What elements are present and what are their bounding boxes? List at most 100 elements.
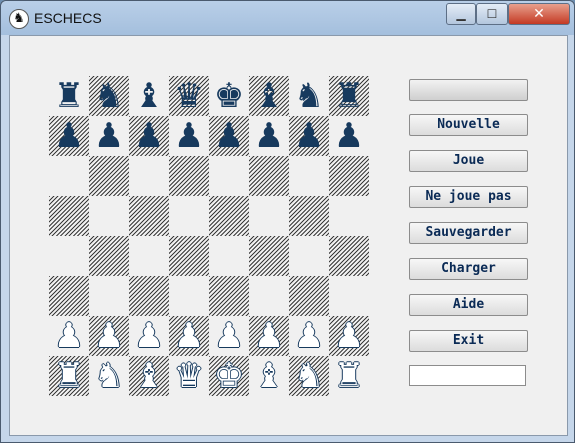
square-f1[interactable]: ♝ bbox=[249, 356, 289, 396]
black-king-icon[interactable]: ♚ bbox=[214, 76, 244, 116]
save-button[interactable]: Sauvegarder bbox=[409, 222, 528, 244]
square-d3[interactable] bbox=[169, 276, 209, 316]
square-b3[interactable] bbox=[89, 276, 129, 316]
square-g4[interactable] bbox=[289, 236, 329, 276]
square-h3[interactable] bbox=[329, 276, 369, 316]
square-f6[interactable] bbox=[249, 156, 289, 196]
square-a2[interactable]: ♟ bbox=[49, 316, 89, 356]
square-e3[interactable] bbox=[209, 276, 249, 316]
square-d7[interactable]: ♟ bbox=[169, 116, 209, 156]
white-pawn-icon[interactable]: ♟ bbox=[294, 316, 324, 356]
square-a8[interactable]: ♜ bbox=[49, 76, 89, 116]
square-b4[interactable] bbox=[89, 236, 129, 276]
square-g3[interactable] bbox=[289, 276, 329, 316]
close-button[interactable]: ✕ bbox=[508, 3, 570, 25]
square-a3[interactable] bbox=[49, 276, 89, 316]
white-pawn-icon[interactable]: ♟ bbox=[54, 316, 84, 356]
black-bishop-icon[interactable]: ♝ bbox=[134, 76, 164, 116]
exit-button[interactable]: Exit bbox=[409, 330, 528, 352]
square-c2[interactable]: ♟ bbox=[129, 316, 169, 356]
square-h7[interactable]: ♟ bbox=[329, 116, 369, 156]
square-e7[interactable]: ♟ bbox=[209, 116, 249, 156]
white-knight-icon[interactable]: ♞ bbox=[94, 356, 124, 396]
square-h6[interactable] bbox=[329, 156, 369, 196]
black-knight-icon[interactable]: ♞ bbox=[294, 76, 324, 116]
square-f7[interactable]: ♟ bbox=[249, 116, 289, 156]
knight-icon[interactable]: ♞ bbox=[9, 9, 29, 29]
white-bishop-icon[interactable]: ♝ bbox=[134, 356, 164, 396]
square-e6[interactable] bbox=[209, 156, 249, 196]
square-e5[interactable] bbox=[209, 196, 249, 236]
square-b6[interactable] bbox=[89, 156, 129, 196]
square-d1[interactable]: ♛ bbox=[169, 356, 209, 396]
square-a4[interactable] bbox=[49, 236, 89, 276]
square-f3[interactable] bbox=[249, 276, 289, 316]
square-c4[interactable] bbox=[129, 236, 169, 276]
square-h8[interactable]: ♜ bbox=[329, 76, 369, 116]
square-h1[interactable]: ♜ bbox=[329, 356, 369, 396]
white-pawn-icon[interactable]: ♟ bbox=[334, 316, 364, 356]
black-pawn-icon[interactable]: ♟ bbox=[214, 116, 244, 156]
black-queen-icon[interactable]: ♛ bbox=[174, 76, 204, 116]
square-b8[interactable]: ♞ bbox=[89, 76, 129, 116]
square-c8[interactable]: ♝ bbox=[129, 76, 169, 116]
square-c3[interactable] bbox=[129, 276, 169, 316]
square-e2[interactable]: ♟ bbox=[209, 316, 249, 356]
square-h4[interactable] bbox=[329, 236, 369, 276]
square-a5[interactable] bbox=[49, 196, 89, 236]
square-b1[interactable]: ♞ bbox=[89, 356, 129, 396]
square-f5[interactable] bbox=[249, 196, 289, 236]
square-g2[interactable]: ♟ bbox=[289, 316, 329, 356]
play-button[interactable]: Joue bbox=[409, 150, 528, 172]
black-pawn-icon[interactable]: ♟ bbox=[174, 116, 204, 156]
white-pawn-icon[interactable]: ♟ bbox=[214, 316, 244, 356]
square-g5[interactable] bbox=[289, 196, 329, 236]
square-e4[interactable] bbox=[209, 236, 249, 276]
chess-board[interactable]: ♜ ♞ ♝ ♛ ♚ ♝ ♞ ♜ ♟ ♟ ♟ ♟ ♟ ♟ ♟ ♟ ♟ ♟ ♟ ♟ ♟ ♟ ♟ ♟ ♜ ♞ ♝ ♛ ♚ ♝ ♞ ♜ bbox=[49, 76, 369, 396]
square-f4[interactable] bbox=[249, 236, 289, 276]
square-g8[interactable]: ♞ bbox=[289, 76, 329, 116]
black-rook-icon[interactable]: ♜ bbox=[334, 76, 364, 116]
help-button[interactable]: Aide bbox=[409, 294, 528, 316]
dont-play-button[interactable]: Ne joue pas bbox=[409, 186, 528, 208]
square-d5[interactable] bbox=[169, 196, 209, 236]
square-h2[interactable]: ♟ bbox=[329, 316, 369, 356]
square-a7[interactable]: ♟ bbox=[49, 116, 89, 156]
square-a6[interactable] bbox=[49, 156, 89, 196]
square-c1[interactable]: ♝ bbox=[129, 356, 169, 396]
square-g6[interactable] bbox=[289, 156, 329, 196]
black-bishop-icon[interactable]: ♝ bbox=[254, 76, 284, 116]
black-pawn-icon[interactable]: ♟ bbox=[94, 116, 124, 156]
title-bar[interactable]: ♞ ESCHECS ▁ ☐ ✕ bbox=[1, 1, 574, 35]
black-pawn-icon[interactable]: ♟ bbox=[334, 116, 364, 156]
minimize-button[interactable]: ▁ bbox=[446, 3, 476, 25]
square-b5[interactable] bbox=[89, 196, 129, 236]
black-pawn-icon[interactable]: ♟ bbox=[294, 116, 324, 156]
new-game-button[interactable]: Nouvelle bbox=[409, 114, 528, 136]
white-pawn-icon[interactable]: ♟ bbox=[94, 316, 124, 356]
square-f2[interactable]: ♟ bbox=[249, 316, 289, 356]
white-king-icon[interactable]: ♚ bbox=[214, 356, 244, 396]
square-b7[interactable]: ♟ bbox=[89, 116, 129, 156]
square-c6[interactable] bbox=[129, 156, 169, 196]
square-c7[interactable]: ♟ bbox=[129, 116, 169, 156]
square-a1[interactable]: ♜ bbox=[49, 356, 89, 396]
square-b2[interactable]: ♟ bbox=[89, 316, 129, 356]
white-pawn-icon[interactable]: ♟ bbox=[174, 316, 204, 356]
load-button[interactable]: Charger bbox=[409, 258, 528, 280]
square-g1[interactable]: ♞ bbox=[289, 356, 329, 396]
black-pawn-icon[interactable]: ♟ bbox=[134, 116, 164, 156]
white-pawn-icon[interactable]: ♟ bbox=[254, 316, 284, 356]
square-e1[interactable]: ♚ bbox=[209, 356, 249, 396]
square-e8[interactable]: ♚ bbox=[209, 76, 249, 116]
square-d6[interactable] bbox=[169, 156, 209, 196]
black-knight-icon[interactable]: ♞ bbox=[94, 76, 124, 116]
square-d2[interactable]: ♟ bbox=[169, 316, 209, 356]
white-queen-icon[interactable]: ♛ bbox=[174, 356, 204, 396]
black-pawn-icon[interactable]: ♟ bbox=[54, 116, 84, 156]
white-rook-icon[interactable]: ♜ bbox=[54, 356, 84, 396]
white-knight-icon[interactable]: ♞ bbox=[294, 356, 324, 396]
square-d8[interactable]: ♛ bbox=[169, 76, 209, 116]
black-rook-icon[interactable]: ♜ bbox=[54, 76, 84, 116]
black-pawn-icon[interactable]: ♟ bbox=[254, 116, 284, 156]
